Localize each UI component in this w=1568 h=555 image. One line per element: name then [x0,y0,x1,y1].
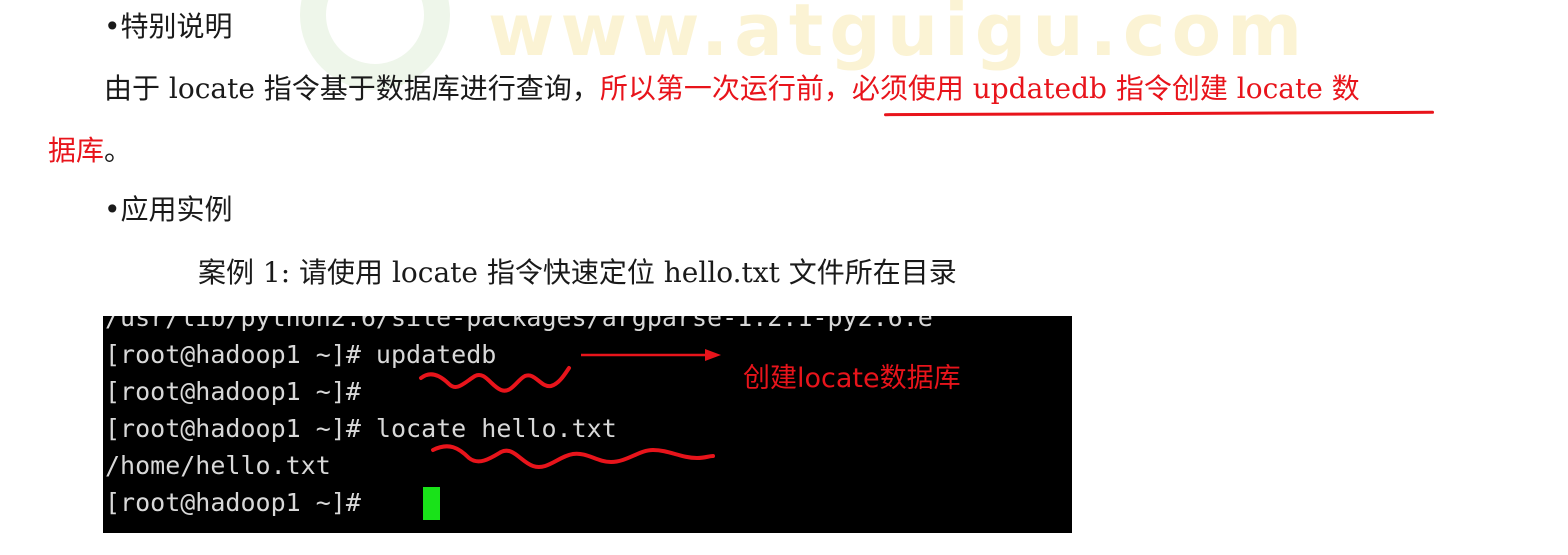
paragraph-line-1: 由于 locate 指令基于数据库进行查询，所以第一次运行前，必须使用 upda… [104,72,1360,106]
paragraph-red-text-continued: 据库 [48,134,105,167]
example-heading: •应用实例 [104,193,233,227]
paragraph-red-text: 所以第一次运行前，必须使用 updatedb 指令创建 locate 数 [599,72,1360,105]
case-description: 案例 1: 请使用 locate 指令快速定位 hello.txt 文件所在目录 [198,256,957,289]
example-title: 应用实例 [120,193,233,226]
red-underline [883,110,1435,117]
annotation-overlay [419,349,721,469]
squiggle-underline-locate [431,444,715,469]
squiggle-underline-updatedb [419,366,571,393]
arrow-right-icon [581,349,721,361]
bullet-icon: • [104,10,121,43]
terminal-screenshot: /usr/lib/python2.6/site-packages/argpars… [103,316,1072,533]
special-note-title: 特别说明 [120,10,233,43]
bullet-icon: • [104,193,121,226]
paragraph-end-punctuation: 。 [104,134,133,167]
special-note-heading: •特别说明 [104,10,233,44]
paragraph-normal-text: 由于 locate 指令基于数据库进行查询， [104,72,600,105]
watermark-text: www.atguigu.com [488,0,1309,72]
paragraph-line-2: 据库。 [48,134,132,168]
